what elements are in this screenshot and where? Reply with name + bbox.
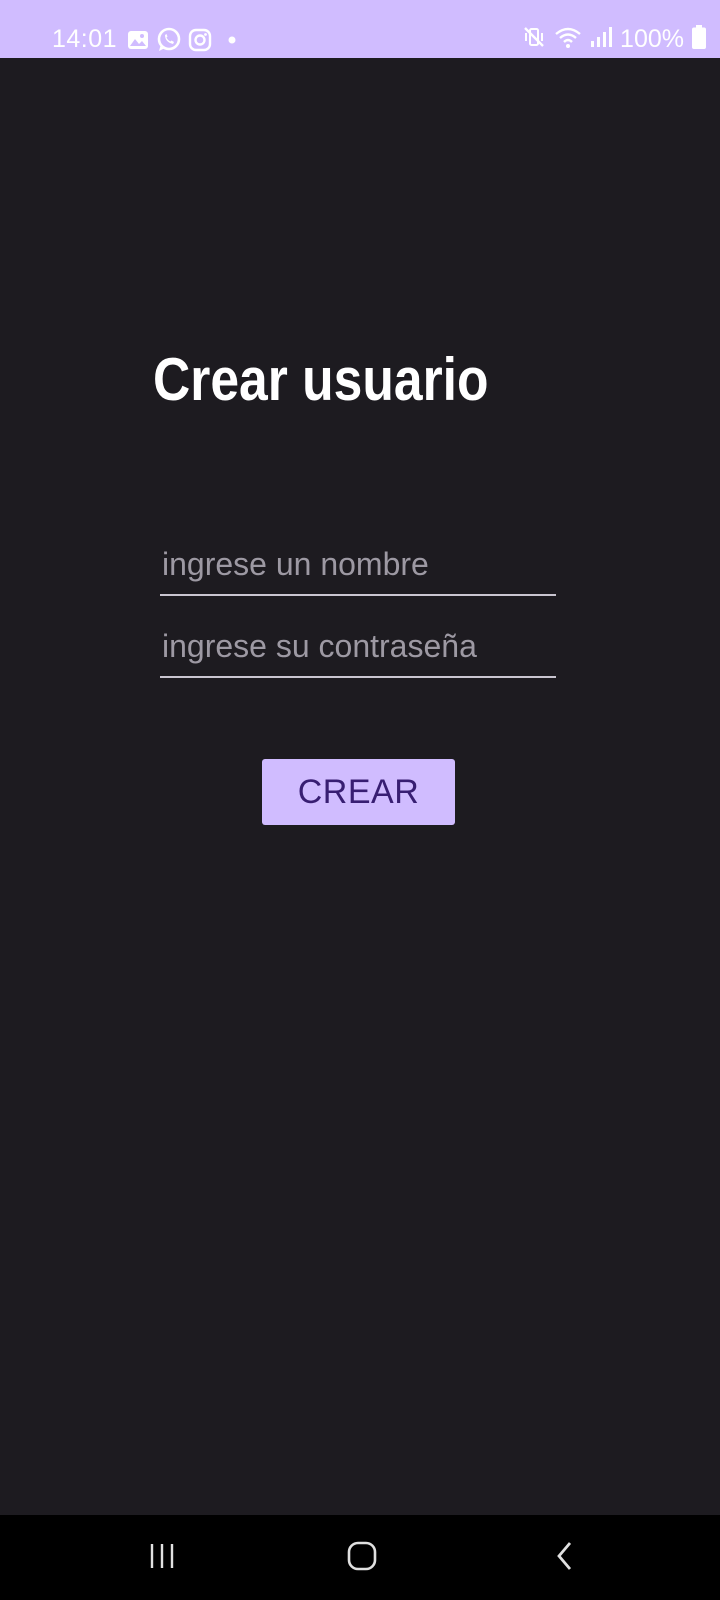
password-input[interactable] — [160, 622, 556, 678]
home-icon — [346, 1540, 378, 1577]
notification-dot-icon — [228, 36, 236, 44]
back-button[interactable] — [535, 1535, 595, 1581]
page-title: Crear usuario — [153, 346, 489, 413]
create-button[interactable]: CREAR — [262, 759, 455, 825]
create-user-screen: 14:01 100% Crear usuario ingrese un nomb… — [0, 0, 720, 1600]
instagram-icon — [188, 28, 212, 52]
name-input[interactable] — [160, 540, 556, 596]
battery-icon — [692, 24, 706, 54]
wifi-icon — [554, 25, 582, 54]
gallery-icon — [126, 28, 150, 52]
vibrate-mute-icon — [522, 25, 546, 54]
status-time: 14:01 — [52, 25, 118, 53]
recent-apps-icon — [147, 1542, 177, 1575]
notification-icons — [126, 27, 236, 53]
signal-icon — [590, 26, 613, 53]
recent-apps-button[interactable] — [132, 1535, 192, 1581]
battery-percentage: 100% — [620, 25, 684, 53]
back-icon — [554, 1540, 576, 1577]
whatsapp-icon — [156, 27, 182, 53]
navigation-bar — [0, 1515, 720, 1600]
status-bar: 14:01 100% — [0, 0, 720, 58]
home-button[interactable] — [332, 1535, 392, 1581]
status-right-group: 100% — [522, 24, 706, 54]
